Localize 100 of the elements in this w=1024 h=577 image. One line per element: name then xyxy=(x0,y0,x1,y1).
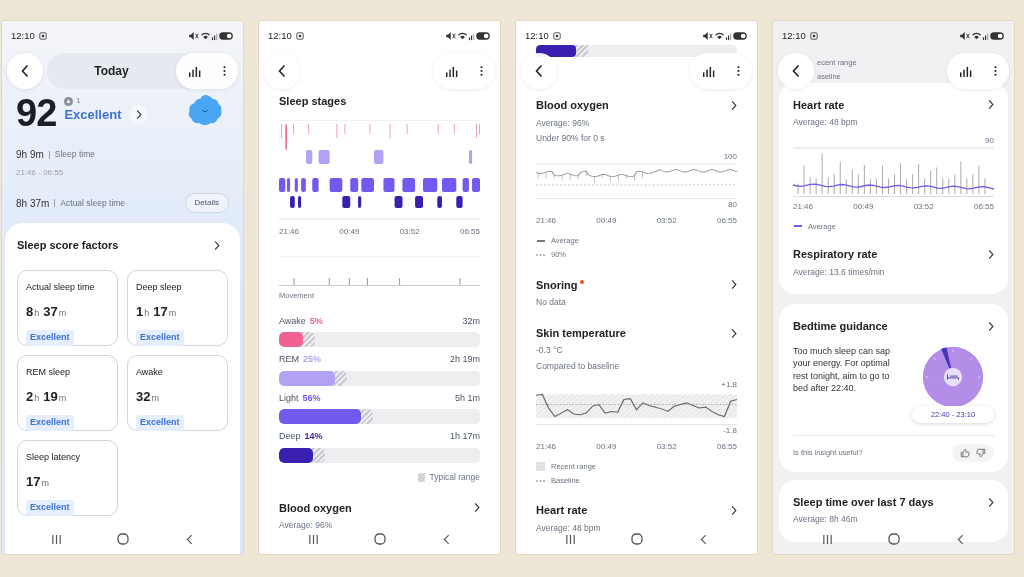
bar-chart-icon xyxy=(958,65,972,77)
back-nav-icon xyxy=(185,533,193,545)
back-icon xyxy=(535,64,543,78)
sleep-time-value: 9h 9m xyxy=(16,148,44,162)
bedtime-dial-drawing xyxy=(921,344,985,409)
swatch-icon xyxy=(536,461,545,471)
chevron-button[interactable] xyxy=(214,239,220,251)
section-title: Snoring xyxy=(536,277,578,293)
status-icons-drawing xyxy=(959,31,1005,41)
section-title: Skin temperature xyxy=(536,325,626,341)
chevron-button[interactable] xyxy=(474,502,480,514)
status-time: 12:10 xyxy=(11,28,35,43)
home-icon xyxy=(630,533,643,545)
axis-label: 100 xyxy=(722,151,737,163)
chevron-right-icon xyxy=(731,327,737,339)
rating-badge: Excellent xyxy=(136,415,184,431)
home-icon xyxy=(887,533,900,545)
detail-text: Average: 96% xyxy=(536,116,591,130)
page-title: Today xyxy=(93,63,130,80)
chevron-right-icon xyxy=(135,109,142,120)
factor-card[interactable]: Awake 32 m Excellent xyxy=(127,354,228,431)
chevron-right-icon xyxy=(988,496,994,508)
time-label: 00:49 xyxy=(596,215,617,227)
stage-percent: 5% xyxy=(309,314,323,328)
time-label: 00:49 xyxy=(339,225,360,238)
thumbs-down-icon xyxy=(976,447,986,458)
chevron-right-icon xyxy=(474,502,480,514)
cloud-icon xyxy=(187,93,223,126)
thumbs-up-icon xyxy=(960,447,970,458)
time-label: 06:55 xyxy=(459,225,480,238)
stage-percent: 25% xyxy=(303,353,321,367)
time-label: 03:52 xyxy=(656,440,677,453)
detail-text: Under 90% for 0 s xyxy=(536,132,606,145)
time-label: 03:52 xyxy=(913,200,934,213)
chevron-right-icon xyxy=(988,321,994,332)
axis-label: +1.8 xyxy=(720,378,737,391)
status-time: 12:10 xyxy=(782,28,806,43)
factor-card[interactable]: Sleep latency 17 m Excellent xyxy=(17,439,118,516)
chevron-button[interactable] xyxy=(988,321,994,332)
chevron-button[interactable] xyxy=(731,327,737,339)
chevron-right-icon xyxy=(214,239,220,251)
stage-percent: 14% xyxy=(304,430,323,444)
factor-card[interactable]: Deep sleep 1 h 17m Excellent xyxy=(127,269,228,346)
stage-label: Awake xyxy=(279,314,306,328)
chevron-button[interactable] xyxy=(988,496,994,508)
recent-apps-icon xyxy=(821,533,833,545)
screenshot-icon xyxy=(552,32,561,40)
chevron-button[interactable] xyxy=(731,279,737,291)
section-title: Sleep stages xyxy=(279,94,347,109)
chevron-right-icon xyxy=(988,248,994,260)
more-icon xyxy=(479,65,483,77)
factor-value: 1 h 17m xyxy=(136,303,178,321)
up-arrow-icon xyxy=(64,96,74,106)
time-label: 06:55 xyxy=(716,440,737,453)
home-icon xyxy=(116,533,129,545)
back-nav-icon xyxy=(442,533,450,545)
home-button[interactable] xyxy=(114,532,131,546)
detail-text: No data xyxy=(536,296,567,309)
factor-card[interactable]: Actual sleep time 8 h 37m Excellent xyxy=(17,269,118,346)
factor-value: 8 h 37m xyxy=(26,303,68,321)
section-title: Blood oxygen xyxy=(536,98,609,113)
recent-apps-icon xyxy=(564,533,576,545)
stage-duration: 1h 17m xyxy=(449,430,480,444)
score-details-button[interactable] xyxy=(129,105,149,124)
rating-badge: Excellent xyxy=(26,500,74,516)
time-label: 21:46 xyxy=(536,440,557,453)
factor-label: Awake xyxy=(136,365,164,379)
stage-duration: 32m xyxy=(462,314,480,328)
score-rating: Excellent xyxy=(64,106,122,123)
detail-text: Average: 96% xyxy=(279,519,334,532)
chevron-right-icon xyxy=(988,99,994,111)
status-icons-drawing xyxy=(445,31,491,41)
bar-chart-icon xyxy=(701,65,715,77)
time-label: 21:46 xyxy=(793,200,814,213)
chevron-button[interactable] xyxy=(988,248,994,260)
thumbs-up-button[interactable] xyxy=(960,447,970,458)
back-button[interactable] xyxy=(521,53,557,89)
factor-card[interactable]: REM sleep 2 h 19m Excellent xyxy=(17,354,118,431)
thumbs-down-button[interactable] xyxy=(976,447,986,458)
factor-value: 17 m xyxy=(26,473,50,491)
actual-sleep-label: Actual sleep time xyxy=(60,196,126,210)
details-button[interactable]: Details xyxy=(184,193,229,213)
back-nav-icon xyxy=(956,533,964,545)
home-button[interactable] xyxy=(371,532,388,546)
detail-text: Compared to baseline xyxy=(536,360,621,373)
sleep-time-label: Sleep time xyxy=(54,148,95,161)
section-title: Bedtime guidance xyxy=(793,319,888,335)
chevron-button[interactable] xyxy=(731,505,737,516)
detail-text: Average: 48 bpm xyxy=(536,521,602,535)
home-button[interactable] xyxy=(885,532,902,546)
section-title: Respiratory rate xyxy=(793,247,878,262)
status-icons-drawing xyxy=(188,31,234,41)
home-button[interactable] xyxy=(628,532,645,546)
factor-label: Deep sleep xyxy=(136,280,183,294)
chevron-button[interactable] xyxy=(731,99,737,111)
factor-label: Sleep latency xyxy=(26,450,82,464)
chevron-button[interactable] xyxy=(988,99,994,111)
guidance-text: Too much sleep can sap your energy. For optimal rest tonight, aim to go to bed after 22:40. xyxy=(793,344,892,395)
home-icon xyxy=(373,533,386,545)
time-label: 03:52 xyxy=(656,215,677,227)
